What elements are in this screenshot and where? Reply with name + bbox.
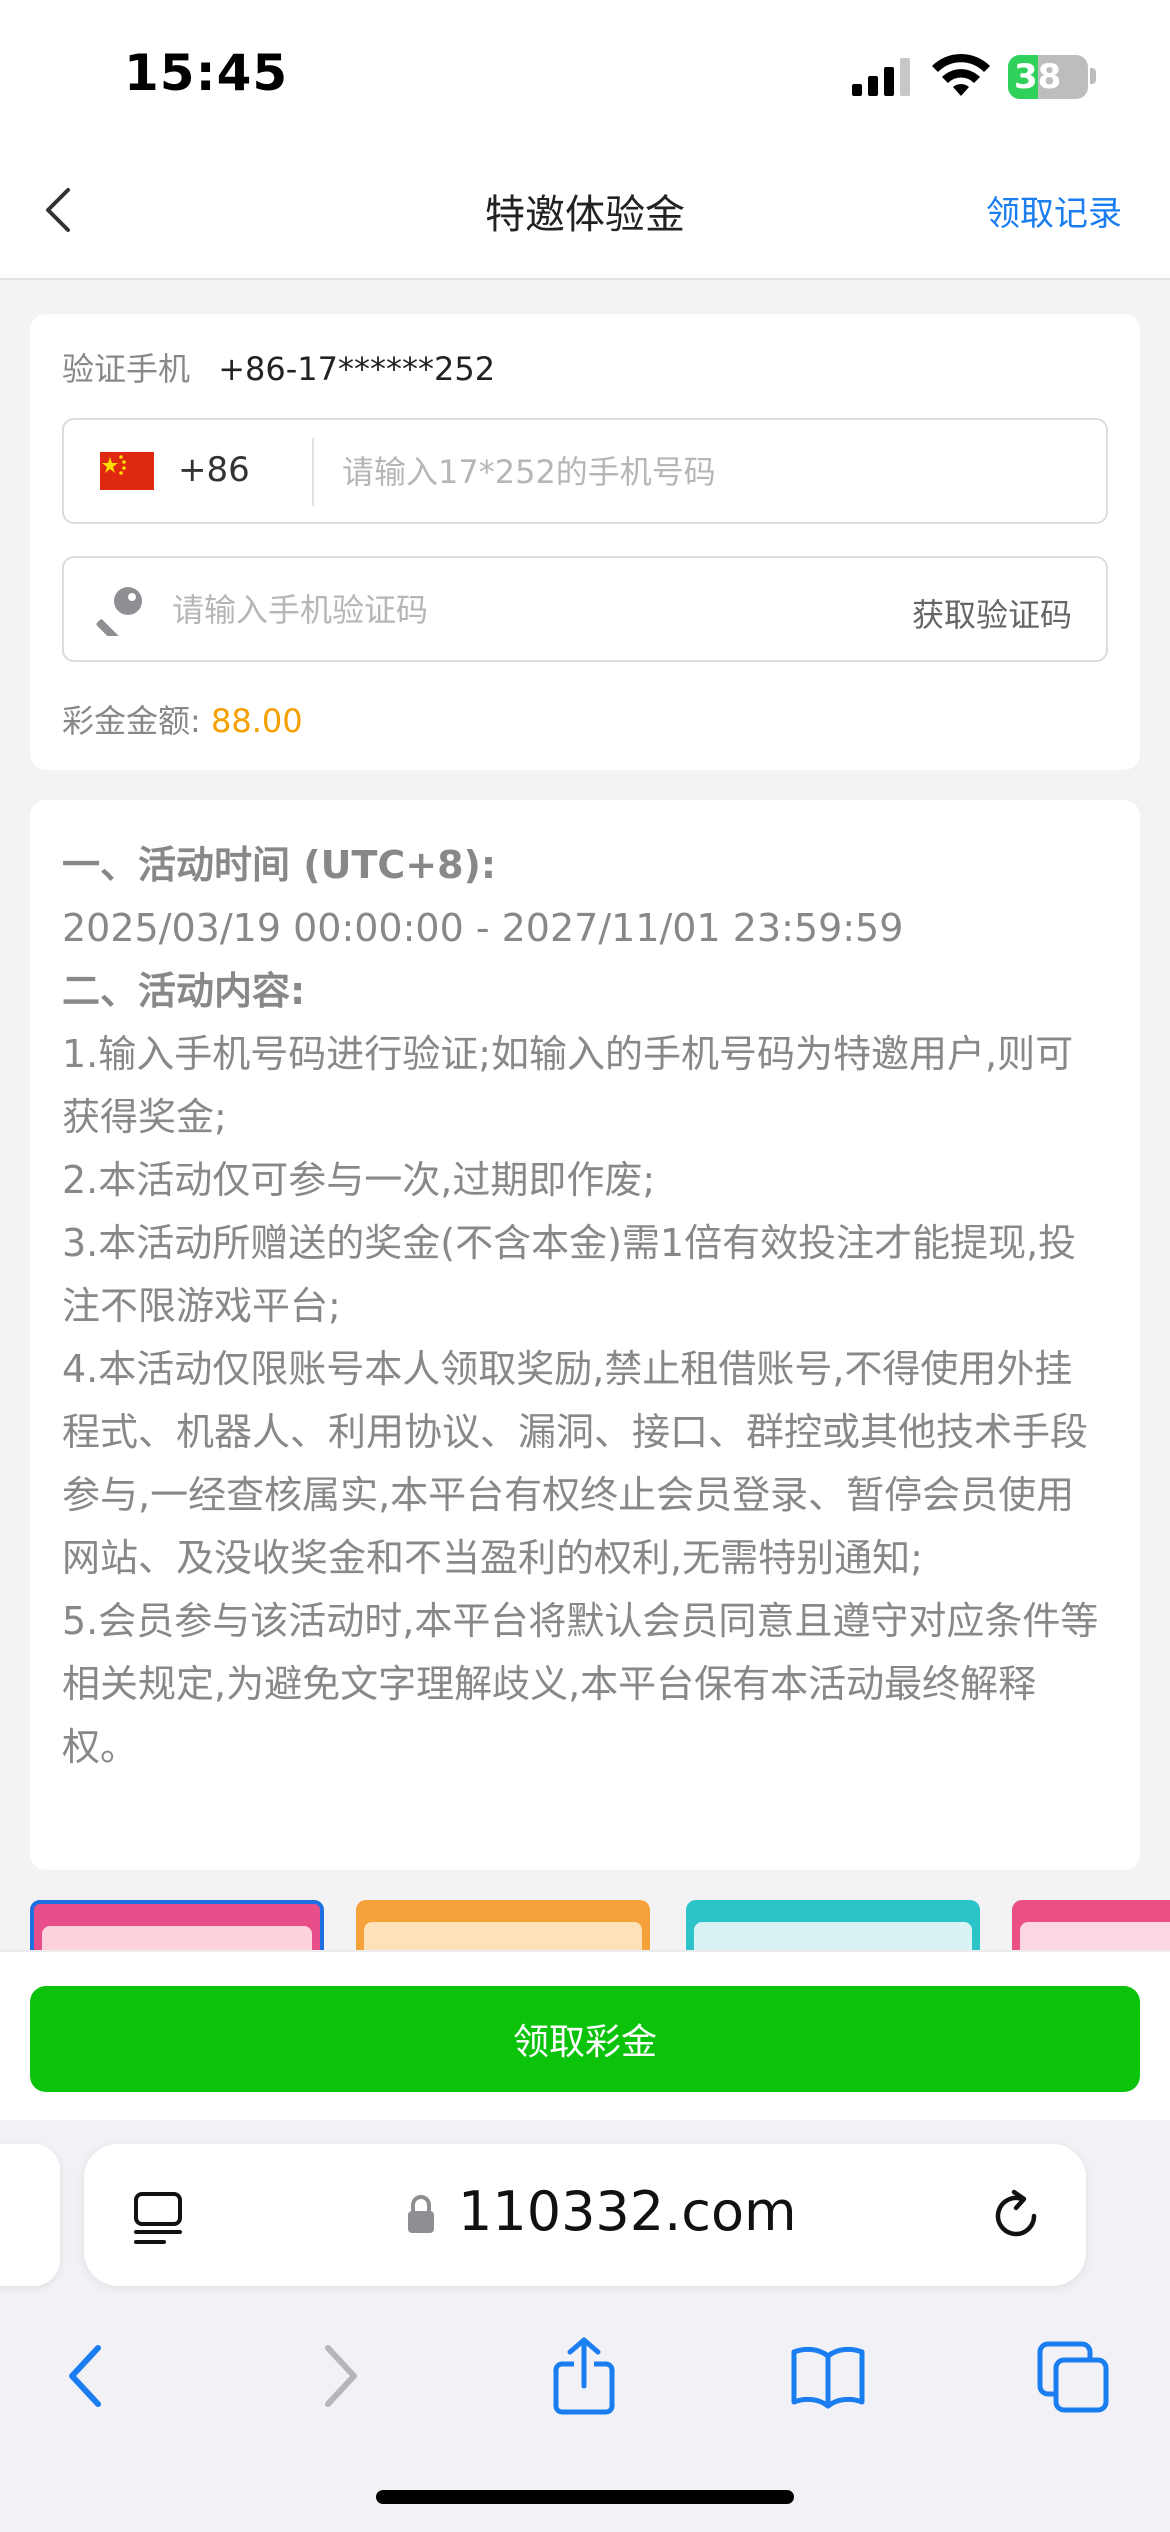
- rules-paragraph: 3.本活动所赠送的奖金(不含本金)需1倍有效投注才能提现,投注不限游戏平台;: [62, 1221, 1077, 1328]
- promo-banner-strip: [30, 1900, 1170, 1950]
- battery-icon: 38: [1008, 55, 1088, 99]
- rules-paragraph: 2.本活动仅可参与一次,过期即作废;: [62, 1158, 656, 1202]
- bonus-amount-label: 彩金金额:: [62, 702, 201, 740]
- code-field[interactable]: 获取验证码: [62, 556, 1108, 662]
- navbar: 特邀体验金 领取记录: [0, 150, 1170, 280]
- home-indicator: [376, 2490, 794, 2504]
- rules-paragraph: 1.输入手机号码进行验证;如输入的手机号码为特邀用户,则可获得奖金;: [62, 1032, 1074, 1139]
- bonus-amount-value: 88.00: [210, 702, 303, 740]
- bookmarks-icon[interactable]: [790, 2336, 866, 2416]
- forward-arrow-icon[interactable]: [300, 2336, 376, 2416]
- promo-banner[interactable]: [1012, 1900, 1170, 1950]
- wifi-icon: [932, 53, 990, 96]
- rules-paragraph: 5.会员参与该活动时,本平台将默认会员同意且遵守对应条件等相关规定,为避免文字理…: [62, 1599, 1099, 1769]
- rules-paragraph: 2025/03/19 00:00:00 - 2027/11/01 23:59:5…: [62, 906, 904, 950]
- claim-records-link[interactable]: 领取记录: [986, 186, 1122, 235]
- key-icon: [96, 587, 142, 636]
- claim-bonus-button[interactable]: 领取彩金: [30, 1986, 1140, 2092]
- country-code[interactable]: +86: [178, 450, 250, 490]
- rules-card: 一、活动时间 (UTC+8): 2025/03/19 00:00:00 - 202…: [30, 800, 1140, 1870]
- field-divider: [312, 438, 314, 506]
- lock-icon: [408, 2195, 434, 2233]
- share-icon[interactable]: [546, 2336, 622, 2416]
- url-text[interactable]: 110332.com: [458, 2180, 797, 2243]
- banner-art: [694, 1922, 972, 1950]
- address-bar[interactable]: 110332.com: [84, 2144, 1086, 2286]
- verify-phone-value: +86-17******252: [218, 350, 496, 388]
- back-arrow-icon[interactable]: [50, 2336, 126, 2416]
- phone-number-input[interactable]: [342, 442, 1082, 502]
- verify-card: 验证手机 +86-17******252 +86 获取验证码 彩金金额: 88.…: [30, 314, 1140, 770]
- phone-field[interactable]: +86: [62, 418, 1108, 524]
- rules-heading: 二、活动内容:: [62, 969, 306, 1013]
- banner-art: [42, 1926, 312, 1950]
- sms-code-input[interactable]: [172, 580, 792, 640]
- verify-phone-label: 验证手机: [62, 350, 191, 388]
- browser-toolbar: [0, 2316, 1170, 2436]
- china-flag-icon: [100, 452, 154, 490]
- bottom-action-bar: 领取彩金: [0, 1950, 1170, 2120]
- previous-tab-preview[interactable]: [0, 2144, 60, 2286]
- browser-chrome: 110332.com: [0, 2120, 1170, 2532]
- promo-banner[interactable]: [686, 1900, 980, 1950]
- status-bar: 15:45 38: [0, 0, 1170, 150]
- page-menu-icon[interactable]: [130, 2190, 186, 2246]
- verify-phone-row: 验证手机 +86-17******252: [62, 344, 495, 390]
- status-time: 15:45: [124, 44, 289, 102]
- reload-icon[interactable]: [986, 2186, 1046, 2246]
- bonus-amount-row: 彩金金额: 88.00: [62, 696, 303, 742]
- battery-tip: [1090, 68, 1096, 84]
- rules-text: 一、活动时间 (UTC+8): 2025/03/19 00:00:00 - 202…: [62, 834, 1108, 1779]
- promo-banner[interactable]: [356, 1900, 650, 1950]
- cellular-signal-icon: [852, 58, 910, 96]
- battery-level: 38: [1014, 57, 1062, 97]
- rules-heading: 一、活动时间 (UTC+8):: [62, 843, 497, 887]
- get-code-button[interactable]: 获取验证码: [912, 590, 1072, 636]
- promo-banner[interactable]: [30, 1900, 324, 1950]
- banner-art: [1020, 1922, 1170, 1950]
- banner-art: [364, 1922, 642, 1950]
- tabs-icon[interactable]: [1036, 2336, 1112, 2416]
- rules-paragraph: 4.本活动仅限账号本人领取奖励,禁止租借账号,不得使用外挂程式、机器人、利用协议…: [62, 1347, 1089, 1580]
